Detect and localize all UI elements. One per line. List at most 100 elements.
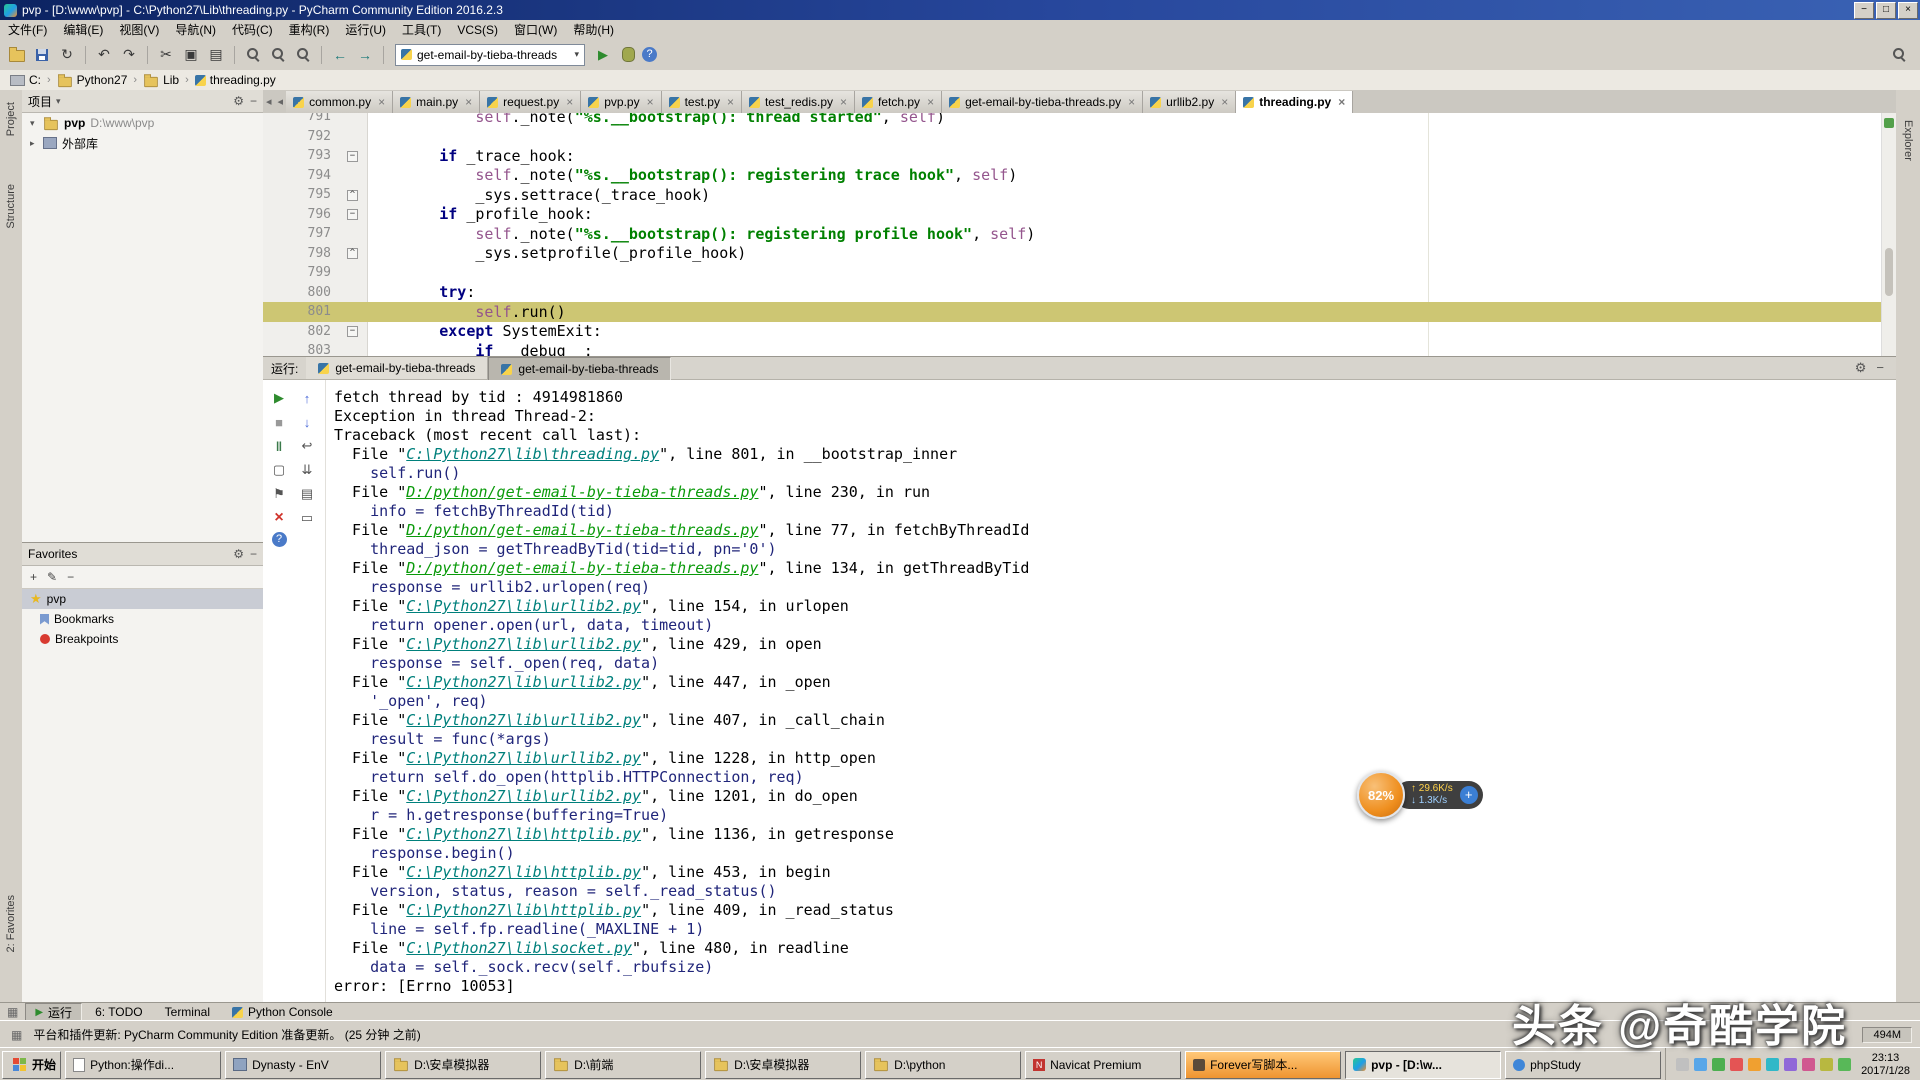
fold-marker-icon[interactable]: −: [347, 208, 367, 220]
run-configuration-select[interactable]: get-email-by-tieba-threads ▾: [395, 44, 585, 66]
menu-item-8[interactable]: VCS(S): [449, 22, 506, 38]
breadcrumb-item[interactable]: Lib: [143, 73, 179, 88]
fold-marker-icon[interactable]: −: [347, 325, 367, 337]
stack-trace-link[interactable]: C:\Python27\lib\httplib.py: [406, 901, 641, 919]
pause-icon[interactable]: ‖: [269, 436, 289, 456]
paste-icon[interactable]: ▤: [205, 44, 227, 66]
tab-request.py[interactable]: request.py×: [480, 91, 581, 113]
restore-layout-icon[interactable]: ▢: [269, 460, 289, 480]
forward-icon[interactable]: →: [354, 44, 376, 66]
menu-item-9[interactable]: 窗口(W): [506, 20, 565, 39]
run-tab-0[interactable]: get-email-by-tieba-threads: [306, 357, 488, 379]
tab-close-icon[interactable]: ×: [1126, 95, 1135, 109]
tray-icon-4[interactable]: [1748, 1058, 1761, 1071]
run-console[interactable]: ▶■‖▢⚑×? ↑↓↩⇊▤▭ fetch thread by tid : 491…: [263, 380, 1896, 1002]
menu-item-3[interactable]: 导航(N): [167, 20, 224, 39]
tray-icon-1[interactable]: [1694, 1058, 1707, 1071]
hide-panel-icon[interactable]: −: [250, 547, 257, 561]
tool-button-2-favorites[interactable]: 2: Favorites: [5, 895, 17, 952]
tray-icon-8[interactable]: [1820, 1058, 1833, 1071]
debug-icon[interactable]: [617, 44, 639, 66]
edit-icon[interactable]: ✎: [47, 570, 57, 584]
tab-close-icon[interactable]: ×: [645, 95, 654, 109]
tab-close-icon[interactable]: ×: [376, 95, 385, 109]
taskbar-item-4[interactable]: D:\安卓模拟器: [705, 1051, 861, 1079]
redo-icon[interactable]: ↷: [118, 44, 140, 66]
tool-window-button-2[interactable]: Terminal: [156, 1004, 219, 1021]
hide-panel-icon[interactable]: −: [250, 94, 257, 108]
stack-trace-link[interactable]: C:\Python27\lib\urllib2.py: [406, 787, 641, 805]
stack-trace-link[interactable]: C:\Python27\lib\httplib.py: [406, 863, 641, 881]
scroll-tabs-left-icon[interactable]: ◂: [263, 95, 275, 108]
help-icon[interactable]: ?: [272, 532, 287, 547]
tool-button-project[interactable]: Project: [5, 102, 17, 136]
sync-icon[interactable]: ↻: [56, 44, 78, 66]
search-everywhere-icon[interactable]: [1888, 44, 1910, 66]
close-button[interactable]: ×: [1898, 2, 1918, 19]
rerun-icon[interactable]: ▶: [269, 388, 289, 408]
tray-icon-5[interactable]: [1766, 1058, 1779, 1071]
help-icon[interactable]: ?: [642, 47, 657, 62]
widget-plus-button[interactable]: +: [1460, 786, 1478, 804]
tool-window-button-1[interactable]: 6: TODO: [86, 1004, 152, 1021]
soft-wrap-icon[interactable]: ↩: [297, 436, 317, 456]
stack-trace-link[interactable]: C:\Python27\lib\threading.py: [406, 445, 659, 463]
tab-get-email-by-tieba-threads.py[interactable]: get-email-by-tieba-threads.py×: [942, 91, 1143, 113]
favorites-item-breakpoints[interactable]: Breakpoints: [22, 629, 263, 649]
tray-icon-0[interactable]: [1676, 1058, 1689, 1071]
tool-button-structure[interactable]: Structure: [5, 184, 17, 229]
add-icon[interactable]: +: [30, 570, 37, 584]
tab-pvp.py[interactable]: pvp.py×: [581, 91, 661, 113]
remove-icon[interactable]: −: [67, 570, 74, 584]
open-icon[interactable]: [6, 44, 28, 66]
tray-icon-6[interactable]: [1784, 1058, 1797, 1071]
menu-item-6[interactable]: 运行(U): [337, 20, 394, 39]
settings-gear-icon[interactable]: ⚙: [233, 547, 244, 561]
scroll-tabs-left-icon[interactable]: ◂: [275, 95, 287, 108]
breadcrumb-item[interactable]: Python27: [57, 73, 128, 88]
chevron-down-icon[interactable]: ▾: [56, 96, 61, 107]
copy-icon[interactable]: ▣: [180, 44, 202, 66]
memory-ball[interactable]: 82%: [1357, 771, 1405, 819]
project-root-row[interactable]: ▾ pvp D:\www\pvp: [22, 113, 263, 133]
tab-main.py[interactable]: main.py×: [393, 91, 480, 113]
stack-trace-link[interactable]: C:\Python27\lib\httplib.py: [406, 825, 641, 843]
breadcrumb-item[interactable]: C:: [10, 73, 41, 87]
tab-close-icon[interactable]: ×: [925, 95, 934, 109]
minimize-button[interactable]: −: [1854, 2, 1874, 19]
save-icon[interactable]: [31, 44, 53, 66]
stack-trace-link[interactable]: C:\Python27\lib\urllib2.py: [406, 673, 641, 691]
settings-gear-icon[interactable]: ⚙: [233, 94, 244, 108]
stack-trace-link[interactable]: C:\Python27\lib\urllib2.py: [406, 749, 641, 767]
expand-arrow-icon[interactable]: ▾: [30, 118, 38, 129]
tool-window-button-3[interactable]: Python Console: [223, 1004, 342, 1021]
scroll-end-icon[interactable]: ⇊: [297, 460, 317, 480]
stack-trace-link[interactable]: D:/python/get-email-by-tieba-threads.py: [406, 521, 758, 539]
status-grid-icon[interactable]: ▦: [8, 1028, 25, 1042]
find-icon[interactable]: [242, 44, 264, 66]
stack-trace-link[interactable]: C:\Python27\lib\urllib2.py: [406, 597, 641, 615]
stack-trace-link[interactable]: D:/python/get-email-by-tieba-threads.py: [406, 483, 758, 501]
tray-icon-3[interactable]: [1730, 1058, 1743, 1071]
taskbar-item-2[interactable]: D:\安卓模拟器: [385, 1051, 541, 1079]
taskbar-item-5[interactable]: D:\python: [865, 1051, 1021, 1079]
fold-marker-icon[interactable]: ^: [347, 189, 367, 201]
tray-icon-7[interactable]: [1802, 1058, 1815, 1071]
settings-gear-icon[interactable]: ⚙: [1855, 360, 1867, 376]
breadcrumb-item[interactable]: threading.py: [195, 73, 276, 87]
undo-icon[interactable]: ↶: [93, 44, 115, 66]
memory-indicator[interactable]: 494M: [1862, 1027, 1912, 1043]
menu-item-0[interactable]: 文件(F): [0, 20, 55, 39]
menu-item-4[interactable]: 代码(C): [224, 20, 281, 39]
start-button[interactable]: 开始: [2, 1051, 61, 1079]
prev-trace-icon[interactable]: ↑: [297, 388, 317, 408]
external-libraries-row[interactable]: ▸ 外部库: [22, 133, 263, 153]
tab-close-icon[interactable]: ×: [1219, 95, 1228, 109]
tab-close-icon[interactable]: ×: [564, 95, 573, 109]
next-trace-icon[interactable]: ↓: [297, 412, 317, 432]
stack-trace-link[interactable]: C:\Python27\lib\urllib2.py: [406, 635, 641, 653]
run-icon[interactable]: ▶: [592, 44, 614, 66]
taskbar-item-7[interactable]: Forever写脚本...: [1185, 1051, 1341, 1079]
menu-item-5[interactable]: 重构(R): [281, 20, 338, 39]
tab-close-icon[interactable]: ×: [463, 95, 472, 109]
